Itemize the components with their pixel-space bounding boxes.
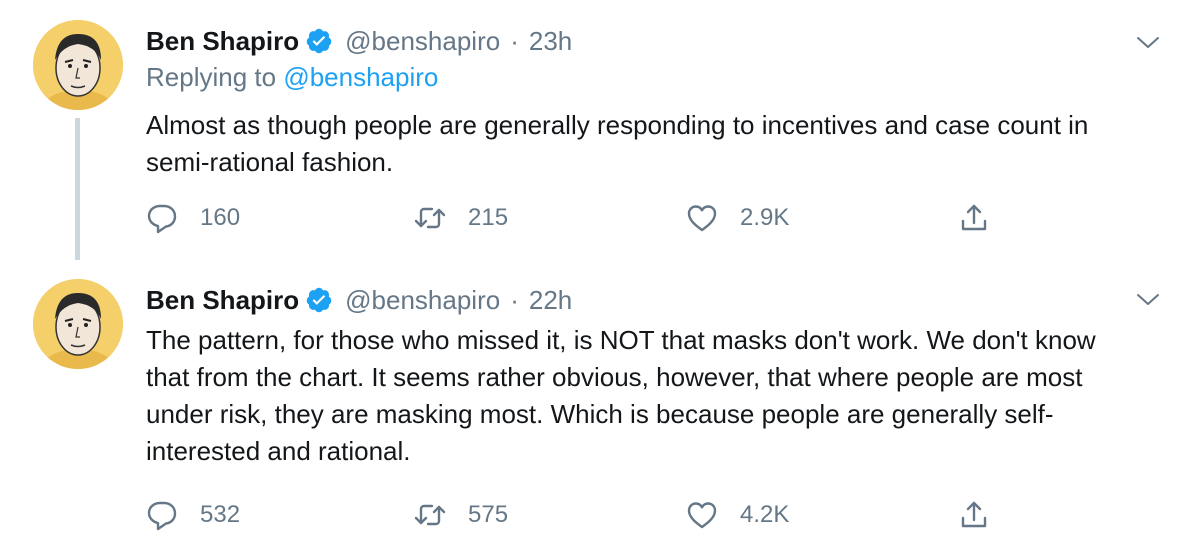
replying-to-label: Replying to (146, 62, 284, 92)
tweet-header: Ben Shapiro @benshapiro · 23h (146, 24, 572, 58)
share-icon (958, 499, 990, 531)
avatar[interactable] (33, 20, 123, 110)
retweet-icon (414, 499, 446, 531)
author-handle[interactable]: @benshapiro (345, 26, 500, 57)
chevron-down-icon[interactable] (1136, 35, 1160, 51)
avatar-illustration (33, 20, 123, 110)
like-icon (686, 202, 718, 234)
verified-icon (305, 286, 333, 314)
reply-count: 532 (200, 501, 241, 528)
thread-line (75, 118, 80, 260)
author-name[interactable]: Ben Shapiro (146, 26, 299, 57)
tweet-header: Ben Shapiro @benshapiro · 22h (146, 283, 572, 317)
share-button[interactable] (958, 495, 1012, 535)
like-count: 2.9K (740, 204, 790, 231)
tweet-actions: 532 575 4.2K (146, 495, 1046, 535)
chevron-down-icon[interactable] (1136, 292, 1160, 308)
author-handle[interactable]: @benshapiro (345, 285, 500, 316)
separator: · (510, 284, 519, 315)
timestamp[interactable]: 22h (529, 285, 572, 316)
timestamp[interactable]: 23h (529, 26, 572, 57)
tweet-text: The pattern, for those who missed it, is… (146, 325, 1096, 466)
retweet-icon (414, 202, 446, 234)
reply-icon (146, 202, 178, 234)
tweet[interactable]: Ben Shapiro @benshapiro · 22h The patter… (0, 270, 1191, 551)
retweet-button[interactable]: 215 (414, 198, 508, 238)
tweet-actions: 160 215 2.9K (146, 198, 1046, 238)
retweet-count: 575 (468, 501, 509, 528)
mention-link[interactable]: @benshapiro (283, 62, 438, 92)
retweet-count: 215 (468, 204, 509, 231)
avatar[interactable] (33, 279, 123, 369)
retweet-button[interactable]: 575 (414, 495, 508, 535)
reply-icon (146, 499, 178, 531)
like-button[interactable]: 2.9K (686, 198, 789, 238)
avatar-illustration (33, 279, 123, 369)
author-name[interactable]: Ben Shapiro (146, 285, 299, 316)
tweet-text: Almost as though people are generally re… (146, 110, 1089, 177)
share-button[interactable] (958, 198, 1012, 238)
like-icon (686, 499, 718, 531)
share-icon (958, 202, 990, 234)
separator: · (510, 25, 519, 56)
reply-button[interactable]: 160 (146, 198, 240, 238)
tweet[interactable]: Ben Shapiro @benshapiro · 23h Replying t… (0, 0, 1191, 270)
like-count: 4.2K (740, 501, 790, 528)
reply-button[interactable]: 532 (146, 495, 240, 535)
replying-to: Replying to @benshapiro (146, 62, 438, 93)
verified-icon (305, 27, 333, 55)
reply-count: 160 (200, 204, 241, 231)
like-button[interactable]: 4.2K (686, 495, 789, 535)
